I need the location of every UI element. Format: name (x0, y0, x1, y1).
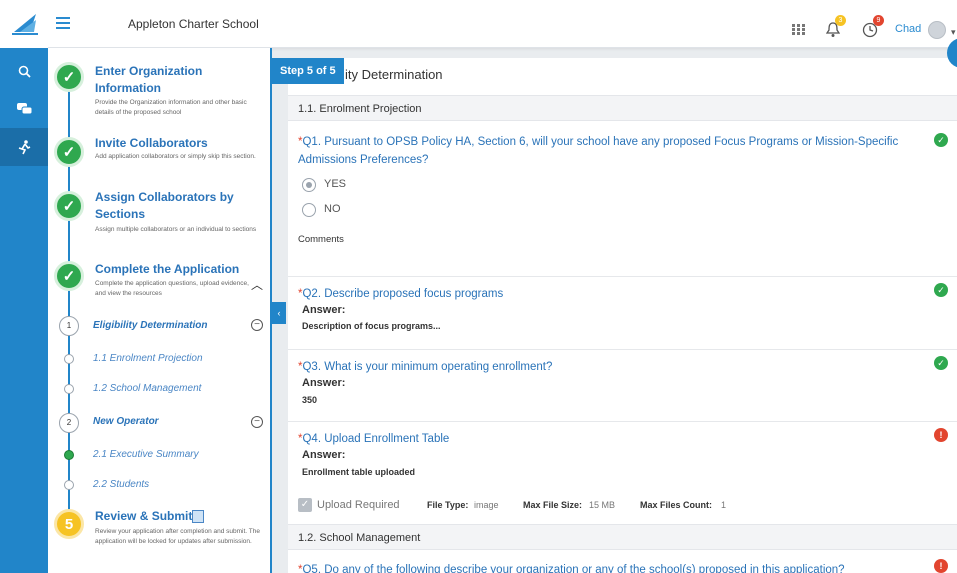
substep-item[interactable]: 1.1 Enrolment Projection (93, 353, 203, 364)
step-complete-check-icon: ✓ (54, 191, 84, 221)
yes-radio-label: YES (324, 178, 347, 190)
step-number: 5 (54, 509, 84, 539)
run-icon[interactable] (0, 128, 48, 166)
answer-label: Answer: (302, 304, 346, 316)
step-title[interactable]: Assign Collaborators by Sections (95, 189, 245, 223)
upload-required-checkbox[interactable]: ✓ (298, 498, 312, 512)
question-text: Q5. Do any of the following describe you… (302, 564, 845, 573)
steps-panel: ✓ Enter Organization Information Provide… (48, 48, 272, 573)
notifications-badge: 3 (835, 15, 846, 26)
step-complete-check-icon: ✓ (54, 261, 84, 291)
notifications-bell-icon[interactable]: 3 (825, 15, 846, 43)
step-complete-check-icon: ✓ (54, 137, 84, 167)
document-icon (192, 510, 204, 523)
leaf-status-dot (64, 480, 74, 490)
app-logo[interactable] (0, 0, 48, 48)
answer-label: Answer: (302, 449, 346, 461)
upload-requirements: ✓ Upload Required File Type: image Max F… (298, 496, 938, 514)
question-text: Q3. What is your minimum operating enrol… (302, 361, 553, 373)
collapse-minus-icon[interactable]: − (251, 319, 263, 331)
step-description: Assign multiple collaborators or an indi… (95, 226, 257, 233)
divider (288, 421, 957, 422)
substep-item[interactable]: 1.2 School Management (93, 383, 201, 394)
leaf-complete-dot (64, 450, 74, 460)
question-text: Q2. Describe proposed focus programs (302, 288, 504, 300)
question-3: *Q3. What is your minimum operating enro… (298, 358, 552, 376)
apps-grid-icon[interactable] (792, 24, 806, 36)
check-circle-icon: ✓ (934, 283, 948, 297)
step-description: Add application collaborators or simply … (95, 153, 256, 160)
question-text: Q4. Upload Enrollment Table (302, 433, 450, 445)
user-name[interactable]: Chad (895, 23, 921, 35)
leaf-status-dot (64, 384, 74, 394)
chat-icon[interactable] (0, 90, 48, 128)
sail-logo-icon (12, 14, 38, 35)
question-2: *Q2. Describe proposed focus programs (298, 285, 503, 303)
divider (288, 276, 957, 277)
search-icon[interactable] (0, 52, 48, 90)
question-5: *Q5. Do any of the following describe yo… (298, 561, 845, 573)
top-bar: Appleton Charter School 3 9 Chad ▾ (0, 0, 957, 48)
question-4: *Q4. Upload Enrollment Table (298, 430, 449, 448)
collapse-panel-chevron-left-icon[interactable]: ‹ (272, 302, 286, 324)
step-title[interactable]: Review & Submit (95, 508, 195, 525)
side-rail (0, 48, 48, 573)
alerts-badge: 9 (873, 15, 884, 26)
check-circle-icon: ✓ (934, 356, 948, 370)
max-count-value: 1 (721, 500, 727, 510)
page-title: ity Determination (345, 67, 443, 82)
substep-item[interactable]: 2.1 Executive Summary (93, 449, 199, 460)
question-1: *Q1. Pursuant to OPSB Policy HA, Section… (298, 133, 923, 169)
collapse-minus-icon[interactable]: − (251, 416, 263, 428)
chevron-down-icon[interactable]: ▾ (951, 27, 956, 38)
max-size-label: Max File Size: (523, 500, 583, 510)
section-header: 1.1. Enrolment Projection (288, 95, 957, 121)
step-title[interactable]: Invite Collaborators (95, 135, 255, 152)
step-description: Complete the application questions, uplo… (95, 280, 249, 297)
answer-value: 350 (302, 395, 318, 405)
upload-required-label: Upload Required (317, 499, 400, 511)
step-title[interactable]: Complete the Application (95, 261, 255, 278)
check-circle-icon: ✓ (934, 133, 948, 147)
leaf-status-dot (64, 354, 74, 364)
step-description: Review your application after completion… (95, 528, 260, 545)
step-badge: Step 5 of 5 (272, 58, 344, 84)
no-radio-label: NO (324, 203, 341, 215)
substep-number: 2 (59, 413, 79, 433)
substep-number: 1 (59, 316, 79, 336)
answer-value: Description of focus programs... (302, 321, 441, 331)
step-title[interactable]: Enter Organization Information (95, 63, 225, 97)
substep-item[interactable]: 2.2 Students (93, 479, 149, 490)
substep-title[interactable]: New Operator (93, 416, 159, 427)
alerts-clock-icon[interactable]: 9 (862, 15, 884, 43)
question-text: Q1. Pursuant to OPSB Policy HA, Section … (302, 136, 899, 148)
section-header: 1.2. School Management (288, 524, 957, 550)
avatar[interactable] (928, 21, 946, 39)
chevron-up-icon[interactable]: ︿ (251, 276, 263, 293)
divider (288, 349, 957, 350)
max-size-value: 15 MB (589, 500, 616, 510)
comments-label[interactable]: Comments (298, 234, 344, 245)
menu-toggle-icon[interactable] (56, 17, 70, 29)
organization-name: Appleton Charter School (128, 17, 259, 31)
max-count-label: Max Files Count: (640, 500, 713, 510)
question-text-continued: Admissions Preferences? (298, 154, 429, 166)
no-radio[interactable] (302, 203, 316, 217)
step-complete-check-icon: ✓ (54, 62, 84, 92)
error-alert-icon: ! (934, 428, 948, 442)
error-alert-icon: ! (934, 559, 948, 573)
answer-value: Enrollment table uploaded (302, 467, 416, 477)
file-type-value: image (474, 500, 499, 510)
file-type-label: File Type: (427, 500, 469, 510)
step-description: Provide the Organization information and… (95, 99, 247, 116)
answer-label: Answer: (302, 377, 346, 389)
substep-title[interactable]: Eligibility Determination (93, 320, 207, 331)
yes-radio[interactable] (302, 178, 316, 192)
